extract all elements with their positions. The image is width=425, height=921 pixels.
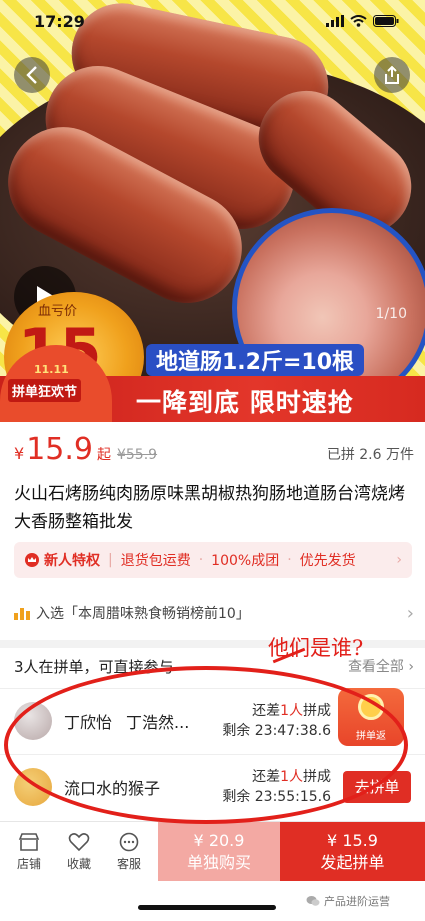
group-needed: 还差1人拼成 (222, 767, 331, 787)
separator: · (198, 552, 204, 568)
sold-count: 已拼 2.6 万件 (326, 447, 414, 463)
bar-chart-icon (14, 608, 30, 620)
needed-count: 1人 (280, 702, 303, 719)
hero-slogan: 地道肠1.2斤=10根 (146, 344, 365, 376)
product-title: 火山石烤肠纯肉肠原味黑胡椒热狗肠地道肠台湾烧烤大香肠整箱批发 (14, 484, 405, 532)
separator: | (108, 552, 113, 568)
group-buy-title: 3人在拼单，可直接参与 (14, 657, 174, 676)
privilege-item: 退货包运费 (120, 553, 191, 569)
group-row[interactable]: 流口水的猴子 还差1人拼成 剩余 23:55:15.6 去拼单 (0, 754, 425, 818)
tab-label: 收藏 (66, 856, 91, 871)
currency-symbol: ¥ (14, 444, 25, 463)
store-icon (18, 832, 40, 851)
crown-icon (25, 553, 39, 567)
festival-label: 拼单狂欢节 (8, 379, 82, 402)
group-status: 还差1人拼成 剩余 23:47:38.6 (222, 701, 331, 741)
group-countdown: 剩余 23:47:38.6 (222, 722, 331, 739)
festival-date: 11.11 (34, 363, 69, 376)
red-envelope-icon (358, 694, 384, 720)
start-group-button[interactable]: ¥ 15.9 发起拼单 (280, 822, 425, 881)
avatar (14, 767, 52, 806)
ranking-text: 入选「本周腊味熟食畅销榜前10」 (36, 606, 250, 622)
chevron-right-icon: › (396, 552, 402, 568)
solo-price: ¥ 20.9 (193, 830, 245, 850)
home-indicator[interactable] (138, 905, 276, 910)
group-countdown: 剩余 23:55:15.6 (222, 788, 331, 805)
chevron-left-icon (26, 66, 37, 84)
share-button[interactable] (374, 57, 410, 93)
status-icons (326, 15, 399, 27)
privilege-item: 100%成团 (211, 553, 280, 569)
signal-icon (326, 15, 344, 27)
needed-prefix: 还差 (252, 768, 281, 785)
privilege-item: 优先发货 (299, 553, 356, 569)
group-members: 流口水的猴子 (64, 775, 160, 799)
group-reward-badge[interactable]: 拼单返 (338, 688, 404, 746)
watermark: 产品进阶运营 (306, 893, 390, 909)
needed-suffix: 拼成 (303, 768, 331, 785)
image-counter: 1/10 (375, 306, 407, 322)
member-name: 流口水的猴子 (64, 778, 161, 798)
member-name: 丁浩然... (126, 712, 190, 732)
member-name: 丁欣怡 (64, 712, 113, 732)
product-hero-image[interactable]: 1/10 血亏价 15 地道肠1.2斤=10根 11.11 拼单狂欢节 一降到底… (0, 0, 425, 422)
share-icon (385, 65, 399, 84)
price-row: ¥ 15.9 起 ¥55.9 已拼 2.6 万件 (14, 432, 414, 472)
status-time: 17:29 (34, 11, 85, 31)
wifi-icon (350, 15, 367, 27)
wechat-icon (306, 896, 320, 906)
group-needed: 还差1人拼成 (222, 701, 331, 721)
needed-count: 1人 (280, 768, 303, 785)
needed-suffix: 拼成 (303, 702, 331, 719)
bottom-action-bar: 店铺 收藏 客服 ¥ 20.9 单独购买 ¥ 15.9 发起拼单 (0, 821, 425, 881)
new-user-privilege-bar[interactable]: 新人特权 | 退货包运费 · 100%成团 · 优先发货 › (14, 542, 412, 578)
group-price-label: ¥ 15.9 (327, 830, 378, 850)
solo-label: 单独购买 (186, 852, 251, 872)
watermark-text: 产品进阶运营 (324, 895, 390, 908)
chat-icon (119, 832, 139, 851)
separator: · (287, 552, 292, 568)
status-bar: 17:29 (0, 0, 425, 42)
reward-badge-label: 拼单返 (356, 731, 386, 742)
tab-store[interactable]: 店铺 (4, 822, 54, 881)
ranking-bar[interactable]: 入选「本周腊味熟食畅销榜前10」 › (14, 598, 414, 628)
group-label: 发起拼单 (320, 852, 385, 872)
tab-label: 店铺 (16, 856, 41, 871)
original-price: ¥55.9 (116, 447, 158, 463)
join-group-button[interactable]: 去拼单 (343, 770, 411, 803)
privilege-label: 新人特权 (44, 553, 100, 569)
needed-prefix: 还差 (252, 702, 281, 719)
avatar (14, 701, 52, 740)
price-suffix: 起 (96, 447, 111, 463)
group-members: 丁欣怡 丁浩然... (64, 709, 189, 733)
battery-icon (373, 15, 399, 27)
tab-label: 客服 (116, 856, 141, 871)
tab-customer-service[interactable]: 客服 (104, 822, 154, 881)
group-price: 15.9 (26, 432, 93, 467)
back-button[interactable] (14, 57, 50, 93)
buy-alone-button[interactable]: ¥ 20.9 单独购买 (158, 822, 280, 881)
heart-icon (68, 832, 90, 851)
chevron-right-icon: › (406, 602, 414, 624)
promo-slogan: 一降到底 限时速抢 (136, 388, 354, 417)
tab-favorite[interactable]: 收藏 (54, 822, 104, 881)
group-status: 还差1人拼成 剩余 23:55:15.6 (222, 767, 331, 807)
